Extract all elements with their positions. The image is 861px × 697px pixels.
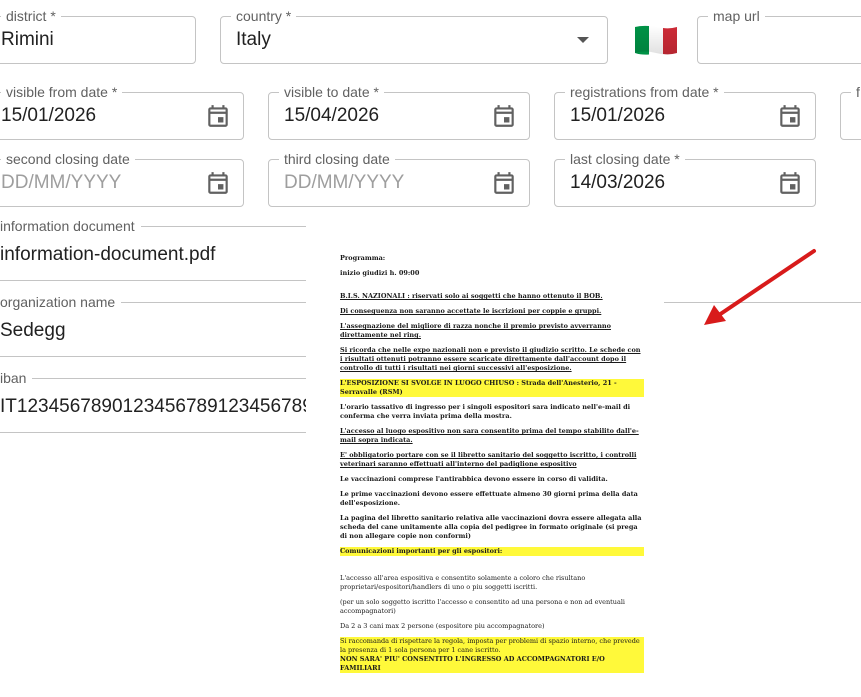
district-field[interactable]: district * Rimini	[0, 7, 196, 64]
divider	[0, 378, 306, 379]
divider	[0, 356, 306, 357]
doc-line: E' obbligatorio portare con se il libret…	[340, 451, 637, 468]
last-closing-date-field[interactable]: last closing date * 14/03/2026	[554, 150, 816, 207]
information-document-label: information document	[0, 218, 141, 234]
country-value: Italy	[236, 29, 271, 50]
registrations-from-date-field[interactable]: registrations from date * 15/01/2026	[554, 83, 816, 140]
doc-line: Programma:	[340, 254, 386, 262]
district-value: Rimini	[1, 29, 54, 50]
doc-line: NON SARA' PIU' CONSENTITO L'INGRESSO AD …	[340, 655, 644, 673]
doc-line: Si ricorda che nelle expo nazionali non …	[340, 346, 641, 372]
third-closing-date-placeholder: DD/MM/YYYY	[284, 172, 405, 193]
visible-to-date-label: visible to date *	[279, 83, 384, 101]
iban-field[interactable]: iban IT12345678901234567891234567890	[0, 370, 306, 433]
doc-line: Si raccomanda di rispettare la regola, i…	[340, 637, 644, 655]
red-arrow-annotation	[704, 249, 816, 325]
doc-line: L'orario tassativo di ingresso per i sin…	[340, 403, 631, 420]
registrations-from-date-value: 15/01/2026	[570, 105, 666, 126]
italy-flag-icon	[635, 25, 677, 55]
visible-to-date-value: 15/04/2026	[284, 105, 380, 126]
doc-line: Comunicazioni importanti per gli esposit…	[340, 547, 644, 556]
doc-line: L'ESPOSIZIONE SI SVOLGE IN LUOGO CHIUSO …	[340, 379, 644, 397]
doc-line: Le vaccinazioni comprese l'antirabbica d…	[340, 475, 608, 483]
country-label: country *	[231, 7, 297, 25]
doc-line: inizio giudizi h. 09:00	[340, 269, 420, 277]
visible-from-date-field[interactable]: visible from date * 15/01/2026	[0, 83, 244, 140]
map-url-field[interactable]: map url	[697, 7, 861, 64]
calendar-icon[interactable]	[491, 170, 517, 196]
iban-label: iban	[0, 370, 33, 386]
divider	[0, 432, 306, 433]
calendar-icon[interactable]	[205, 170, 231, 196]
iban-value[interactable]: IT12345678901234567891234567890	[0, 396, 306, 418]
doc-line: Le prime vaccinazioni devono essere effe…	[340, 490, 638, 507]
calendar-icon[interactable]	[205, 103, 231, 129]
map-url-label: map url	[708, 7, 765, 25]
second-closing-date-label: second closing date	[1, 150, 135, 168]
doc-line: Di conseguenza non saranno accettate le …	[340, 307, 602, 315]
visible-from-date-value: 15/01/2026	[1, 105, 97, 126]
last-closing-date-value: 14/03/2026	[570, 172, 666, 193]
doc-line: L'accesso all'area espositiva e consenti…	[340, 574, 586, 591]
district-label: district *	[1, 7, 61, 25]
visible-from-date-label: visible from date *	[1, 83, 123, 101]
visible-to-date-field[interactable]: visible to date * 15/04/2026	[268, 83, 530, 140]
second-closing-date-field[interactable]: second closing date DD/MM/YYYY	[0, 150, 244, 207]
third-closing-date-label: third closing date	[279, 150, 395, 168]
document-preview: Programma: inizio giudizi h. 09:00 B.I.S…	[306, 232, 664, 697]
doc-line: B.I.S. NAZIONALI : riservati solo ai sog…	[340, 292, 603, 300]
next-date-field[interactable]: f	[840, 83, 861, 140]
next-date-label: f	[851, 83, 861, 101]
country-select[interactable]: country * Italy	[220, 7, 608, 64]
doc-line: L'accesso al luogo espositivo non sara c…	[340, 427, 639, 444]
information-document-field[interactable]: information document information-documen…	[0, 218, 306, 281]
second-closing-date-placeholder: DD/MM/YYYY	[1, 172, 122, 193]
doc-line: Da 2 a 3 cani max 2 persone (espositore …	[340, 622, 545, 630]
calendar-icon[interactable]	[491, 103, 517, 129]
information-document-value[interactable]: information-document.pdf	[0, 244, 306, 266]
organization-name-label: organization name	[0, 294, 122, 310]
registrations-from-date-label: registrations from date *	[565, 83, 724, 101]
divider	[0, 280, 306, 281]
doc-line: (per un solo soggetto iscritto l'accesso…	[340, 598, 626, 615]
doc-line: L'assegnazione del migliore di razza non…	[340, 322, 611, 339]
doc-line: La pagina del libretto sanitario relativ…	[340, 514, 642, 540]
last-closing-date-label: last closing date *	[565, 150, 685, 168]
calendar-icon[interactable]	[777, 103, 803, 129]
calendar-icon[interactable]	[777, 170, 803, 196]
third-closing-date-field[interactable]: third closing date DD/MM/YYYY	[268, 150, 530, 207]
chevron-down-icon[interactable]	[577, 37, 589, 43]
